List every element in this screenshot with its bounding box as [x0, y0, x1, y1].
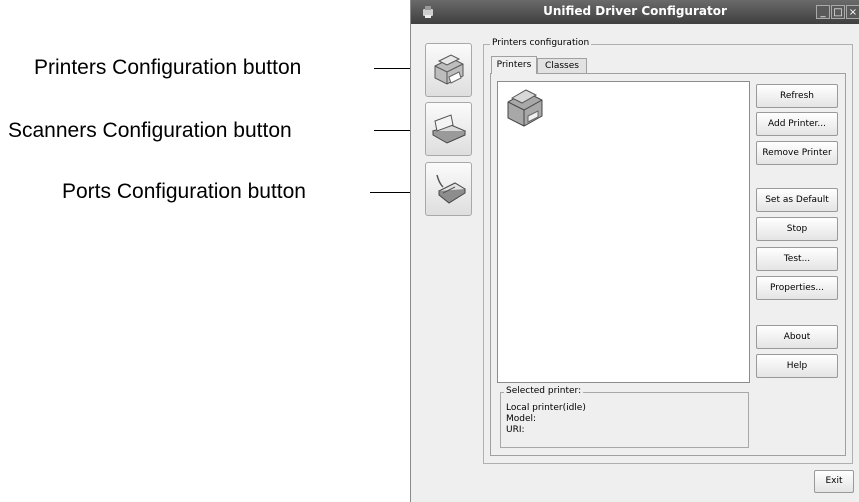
set-default-button[interactable]: Set as Default [756, 188, 838, 212]
add-printer-button[interactable]: Add Printer... [756, 112, 838, 136]
maximize-button[interactable]: □ [831, 5, 845, 19]
remove-printer-button[interactable]: Remove Printer [756, 141, 838, 165]
test-button[interactable]: Test... [756, 247, 838, 271]
scanner-icon [431, 114, 467, 144]
printers-config-title: Printers configuration [490, 38, 592, 48]
callout-ports-label: Ports Configuration button [62, 180, 306, 203]
callout-scanners-label: Scanners Configuration button [8, 119, 292, 142]
selected-printer-model: Model: [506, 414, 537, 424]
selected-printer-title: Selected printer: [504, 386, 584, 396]
printer-icon [434, 54, 464, 85]
title-bar[interactable]: Unified Driver Configurator _ □ × [411, 0, 859, 24]
help-button[interactable]: Help [756, 354, 838, 378]
app-window: Unified Driver Configurator _ □ × Printe [410, 0, 859, 502]
selected-printer-uri: URI: [506, 425, 525, 435]
stop-button[interactable]: Stop [756, 217, 838, 241]
printers-config-button[interactable] [425, 43, 472, 97]
scanners-config-button[interactable] [425, 102, 472, 156]
minimize-button[interactable]: _ [816, 5, 830, 19]
close-button[interactable]: × [846, 5, 859, 19]
about-button[interactable]: About [756, 325, 838, 349]
printer-list[interactable] [497, 81, 750, 383]
tab-printers[interactable]: Printers [491, 56, 537, 74]
selected-printer-status: Local printer(idle) [506, 403, 586, 413]
selected-printer-group [500, 392, 749, 448]
exit-button[interactable]: Exit [814, 470, 854, 493]
refresh-button[interactable]: Refresh [756, 84, 838, 108]
tab-classes[interactable]: Classes [537, 58, 587, 73]
properties-button[interactable]: Properties... [756, 276, 838, 300]
printer-list-item-icon[interactable] [504, 86, 548, 130]
callout-printers-label: Printers Configuration button [34, 56, 302, 79]
ports-config-button[interactable] [425, 162, 472, 216]
port-icon [436, 174, 466, 204]
window-title: Unified Driver Configurator [543, 4, 727, 18]
